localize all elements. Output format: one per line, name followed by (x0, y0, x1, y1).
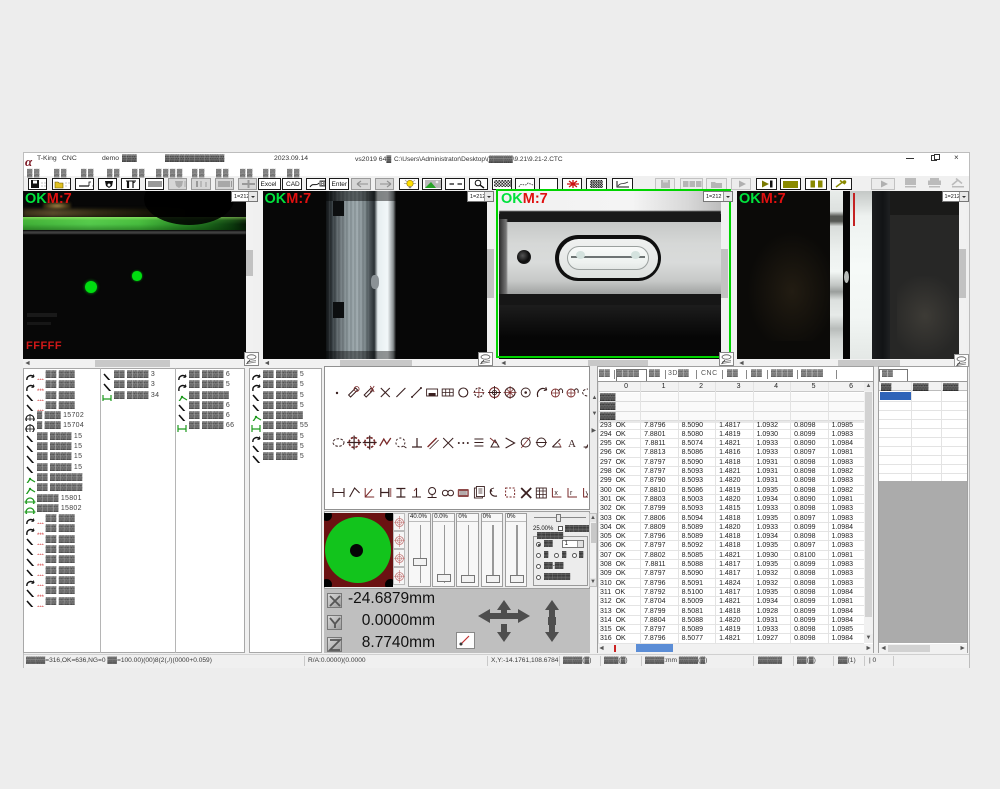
svg-text:r: r (570, 490, 573, 497)
svg-text:y: y (586, 490, 588, 497)
svg-text:A: A (568, 438, 576, 450)
svg-text:x: x (554, 490, 558, 497)
svg-text:B: B (321, 182, 325, 188)
